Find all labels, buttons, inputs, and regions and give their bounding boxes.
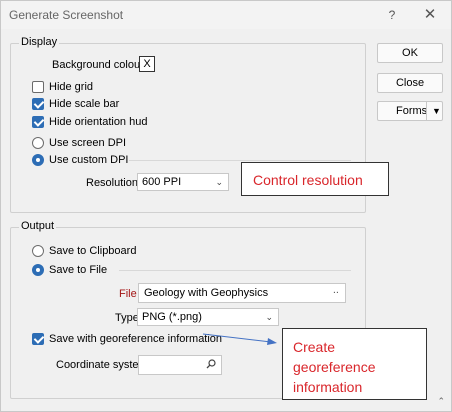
ok-button[interactable]: OK	[377, 43, 443, 63]
background-colour-label: Background colour	[52, 59, 144, 71]
hide-scale-bar-checkbox[interactable]	[32, 98, 44, 110]
chevron-down-icon: ⌄	[265, 312, 273, 322]
close-icon[interactable]: ✕	[419, 5, 441, 25]
resolution-value: 600 PPI	[142, 176, 182, 188]
create-georeference-callout: Create georeference information	[282, 328, 427, 400]
use-screen-dpi-label: Use screen DPI	[49, 137, 127, 149]
type-dropdown[interactable]: PNG (*.png) ⌄	[137, 308, 279, 326]
file-value: Geology with Geophysics	[144, 287, 269, 299]
forms-split-divider	[426, 102, 427, 120]
generate-screenshot-dialog: Generate Screenshot ? ✕ Display Backgrou…	[0, 0, 452, 412]
type-value: PNG (*.png)	[142, 311, 202, 323]
help-icon[interactable]: ?	[381, 5, 403, 25]
chevron-down-icon: ⌄	[215, 177, 223, 187]
hide-grid-label: Hide grid	[49, 81, 94, 93]
create-georeference-line-2: georeference	[293, 359, 376, 375]
title-bar: Generate Screenshot ? ✕	[1, 1, 451, 29]
output-group-title: Output	[19, 220, 57, 232]
dialog-title: Generate Screenshot	[9, 8, 124, 22]
create-georeference-line-3: information	[293, 379, 363, 395]
type-label: Type	[115, 312, 139, 324]
coordinate-system-field[interactable]	[138, 355, 222, 375]
custom-dpi-separator	[129, 160, 351, 161]
file-label: File	[119, 288, 137, 300]
save-georeference-label: Save with georeference information	[49, 333, 223, 345]
forms-dropdown-icon[interactable]: ▼	[432, 102, 441, 120]
file-field[interactable]: Geology with Geophysics ..	[138, 283, 346, 303]
file-browse-button[interactable]: ..	[333, 281, 339, 299]
save-to-file-radio[interactable]	[32, 264, 44, 276]
save-to-clipboard-label: Save to Clipboard	[49, 245, 137, 257]
display-group-title: Display	[19, 36, 60, 48]
hide-grid-checkbox[interactable]	[32, 81, 44, 93]
use-screen-dpi-radio[interactable]	[32, 137, 44, 149]
hide-orientation-hud-checkbox[interactable]	[32, 116, 44, 128]
collapse-chevron-icon[interactable]: ⌃	[437, 396, 445, 407]
save-georeference-checkbox[interactable]	[32, 333, 44, 345]
control-resolution-text: Control resolution	[253, 172, 363, 188]
resolution-label: Resolution	[86, 177, 138, 189]
save-to-file-label: Save to File	[49, 264, 108, 276]
create-georeference-line-1: Create	[293, 339, 336, 355]
hide-orientation-hud-label: Hide orientation hud	[49, 116, 148, 128]
hide-scale-bar-label: Hide scale bar	[49, 98, 120, 110]
forms-button-label: Forms	[396, 105, 428, 117]
control-resolution-callout: Control resolution	[241, 162, 389, 196]
close-button[interactable]: Close	[377, 73, 443, 93]
use-custom-dpi-radio[interactable]	[32, 154, 44, 166]
coordinate-system-label: Coordinate system	[56, 359, 148, 371]
use-custom-dpi-label: Use custom DPI	[49, 154, 129, 166]
background-colour-swatch[interactable]: X	[139, 56, 155, 72]
forms-button[interactable]: Forms ▼	[377, 101, 443, 121]
save-to-clipboard-radio[interactable]	[32, 245, 44, 257]
save-to-file-separator	[119, 270, 351, 271]
search-icon[interactable]	[206, 359, 216, 369]
georeference-arrow	[202, 333, 277, 345]
resolution-dropdown[interactable]: 600 PPI ⌄	[137, 173, 229, 191]
